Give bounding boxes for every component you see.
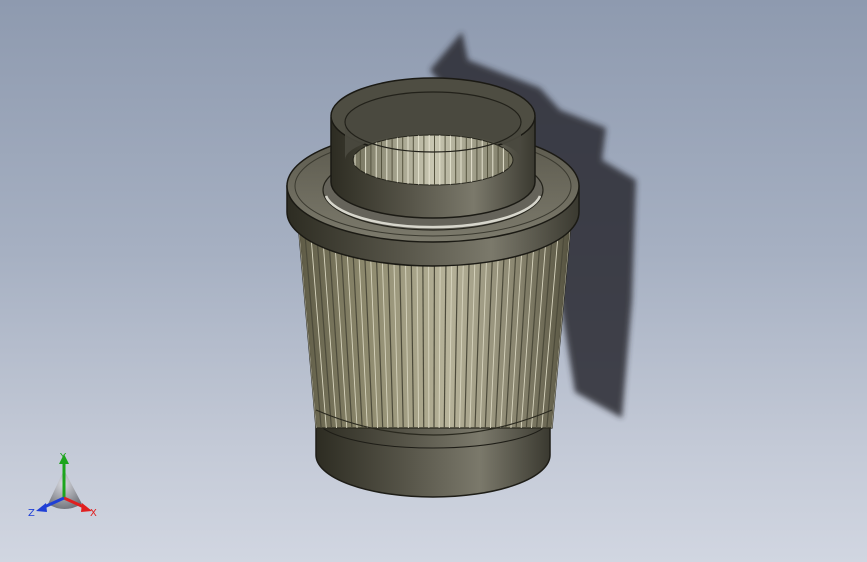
- graphics-viewport[interactable]: Y X Z: [0, 0, 867, 562]
- filter-model[interactable]: [0, 0, 867, 562]
- y-axis-label: Y: [59, 452, 67, 463]
- outlet-neck[interactable]: [330, 77, 536, 219]
- x-axis-label: X: [90, 508, 97, 519]
- z-axis-label: Z: [28, 508, 35, 519]
- orientation-triad[interactable]: Y X Z: [24, 448, 104, 522]
